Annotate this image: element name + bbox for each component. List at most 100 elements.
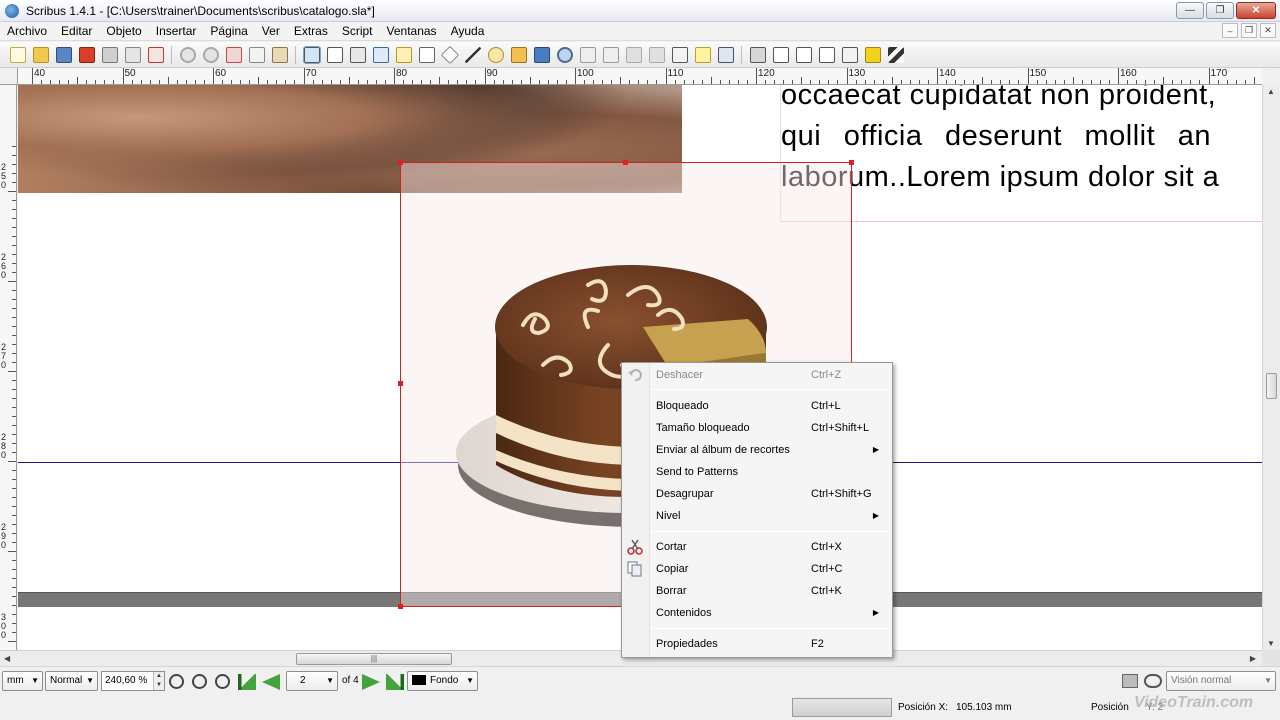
export-pdf-icon[interactable] [147, 46, 164, 63]
menu-editar[interactable]: Editar [54, 24, 99, 38]
scribus-app-icon[interactable] [5, 3, 19, 18]
menu-pagina[interactable]: Página [203, 24, 254, 38]
link-frames-icon[interactable] [625, 46, 642, 63]
zoom-icon[interactable] [556, 46, 573, 63]
render-frame-icon[interactable] [372, 46, 389, 63]
vertical-scrollbar[interactable]: ▲ ▼ [1262, 85, 1280, 650]
vertical-ruler[interactable]: 250 260 270 280 290 300 [0, 85, 17, 650]
ruler-tick [801, 77, 803, 84]
restore-button[interactable]: ❐ [1206, 2, 1234, 19]
open-folder-icon[interactable] [32, 46, 49, 63]
eye-preview-icon[interactable] [1144, 674, 1162, 688]
menu-item-desagrupar[interactable]: Desagrupar Ctrl+Shift+G [622, 483, 892, 505]
preview-mode-select[interactable]: Normal ▼ [45, 671, 98, 691]
paste-icon[interactable] [271, 46, 288, 63]
image-frame-icon[interactable] [349, 46, 366, 63]
first-page-icon[interactable] [238, 674, 256, 690]
page-number-select[interactable]: 2 ▼ [286, 671, 338, 691]
new-document-icon[interactable] [9, 46, 26, 63]
resize-handle[interactable] [398, 381, 403, 386]
zoom-field[interactable]: 240,60 % ▲ ▼ [101, 671, 165, 691]
edit-contents-icon[interactable] [579, 46, 596, 63]
menu-item-nivel[interactable]: Nivel ▶ [622, 505, 892, 527]
redo-icon[interactable] [202, 46, 219, 63]
scroll-up-arrow-icon[interactable]: ▲ [1267, 87, 1275, 96]
menu-script[interactable]: Script [335, 24, 380, 38]
menu-ventanas[interactable]: Ventanas [380, 24, 444, 38]
zoom-100-icon[interactable] [192, 674, 207, 689]
pdf-text-field-icon[interactable] [772, 46, 789, 63]
doc-minimize-button[interactable]: – [1222, 23, 1238, 38]
unlink-frames-icon[interactable] [648, 46, 665, 63]
copy-icon[interactable] [248, 46, 265, 63]
scroll-down-arrow-icon[interactable]: ▼ [1267, 639, 1275, 648]
freehand-icon[interactable] [510, 46, 527, 63]
shape-icon[interactable] [418, 46, 435, 63]
zoom-in-icon[interactable] [215, 674, 230, 689]
horizontal-ruler[interactable]: 40 50 60 70 80 90 100 110 120 130 140 150 160 170 [18, 68, 1262, 85]
bezier-icon[interactable] [487, 46, 504, 63]
measure-icon[interactable] [671, 46, 688, 63]
resize-handle[interactable] [398, 604, 403, 609]
menu-item-bloqueado[interactable]: Bloqueado Ctrl+L [622, 395, 892, 417]
resize-handle[interactable] [398, 160, 403, 165]
ruler-tick [1081, 80, 1083, 84]
menu-item-borrar[interactable]: Borrar Ctrl+K [622, 580, 892, 602]
polygon-icon[interactable] [440, 45, 459, 64]
eyedropper-icon[interactable] [717, 46, 734, 63]
menu-objeto[interactable]: Objeto [99, 24, 148, 38]
zoom-stepper-icon[interactable]: ▲ ▼ [153, 672, 164, 690]
menu-ver[interactable]: Ver [255, 24, 287, 38]
print-icon[interactable] [101, 46, 118, 63]
resize-handle[interactable] [849, 160, 854, 165]
close-button[interactable]: ✕ [1236, 2, 1276, 19]
scroll-left-arrow-icon[interactable]: ◀ [4, 654, 10, 663]
zoom-out-icon[interactable] [169, 674, 184, 689]
text-frame-icon[interactable] [326, 46, 343, 63]
menu-item-deshacer[interactable]: Deshacer Ctrl+Z [622, 364, 892, 386]
minimize-button[interactable]: — [1176, 2, 1204, 19]
color-management-icon[interactable] [1122, 674, 1138, 688]
pdf-listbox-icon[interactable] [841, 46, 858, 63]
menu-ayuda[interactable]: Ayuda [444, 24, 492, 38]
resize-handle[interactable] [623, 160, 628, 165]
pdf-link-icon[interactable] [887, 46, 904, 63]
rotate-icon[interactable] [533, 46, 550, 63]
text-frame[interactable]: occaecat cupidatat non proident, qui off… [780, 85, 1262, 222]
menu-item-propiedades[interactable]: Propiedades F2 [622, 633, 892, 655]
menu-item-enviar-album[interactable]: Enviar al álbum de recortes ▶ [622, 439, 892, 461]
layer-select[interactable]: Fondo ▼ [407, 671, 478, 691]
scroll-right-arrow-icon[interactable]: ▶ [1250, 654, 1256, 663]
copy-properties-icon[interactable] [694, 46, 711, 63]
menu-item-tamano-bloqueado[interactable]: Tamaño bloqueado Ctrl+Shift+L [622, 417, 892, 439]
select-tool-icon[interactable] [302, 45, 321, 64]
unit-select[interactable]: mm ▼ [2, 671, 43, 691]
ruler-tick [12, 614, 16, 615]
pdf-button-icon[interactable] [749, 46, 766, 63]
menu-item-send-to-patterns[interactable]: Send to Patterns [622, 461, 892, 483]
doc-close-button[interactable]: ✕ [1260, 23, 1276, 38]
cut-icon[interactable] [225, 46, 242, 63]
menu-item-copiar[interactable]: Copiar Ctrl+C [622, 558, 892, 580]
ruler-corner[interactable] [0, 68, 18, 85]
menu-extras[interactable]: Extras [287, 24, 335, 38]
visual-mode-select[interactable]: Visión normal ▼ [1166, 671, 1276, 691]
menu-item-contenidos[interactable]: Contenidos ▶ [622, 602, 892, 624]
vertical-scroll-thumb[interactable] [1266, 373, 1277, 399]
preflight-icon[interactable] [124, 46, 141, 63]
horizontal-scroll-thumb[interactable]: ||| [296, 653, 452, 665]
save-icon[interactable] [55, 46, 72, 63]
pdf-checkbox-icon[interactable] [795, 46, 812, 63]
undo-icon[interactable] [179, 46, 196, 63]
pdf-combobox-icon[interactable] [818, 46, 835, 63]
menu-insertar[interactable]: Insertar [149, 24, 204, 38]
menu-archivo[interactable]: Archivo [0, 24, 54, 38]
doc-restore-button[interactable]: ❐ [1241, 23, 1257, 38]
pdf-annotation-icon[interactable] [864, 46, 881, 63]
table-icon[interactable] [395, 46, 412, 63]
edit-text-icon[interactable] [602, 46, 619, 63]
last-page-icon[interactable] [386, 674, 404, 690]
menu-item-cortar[interactable]: Cortar Ctrl+X [622, 536, 892, 558]
close-document-icon[interactable] [78, 46, 95, 63]
line-icon[interactable] [464, 46, 481, 63]
